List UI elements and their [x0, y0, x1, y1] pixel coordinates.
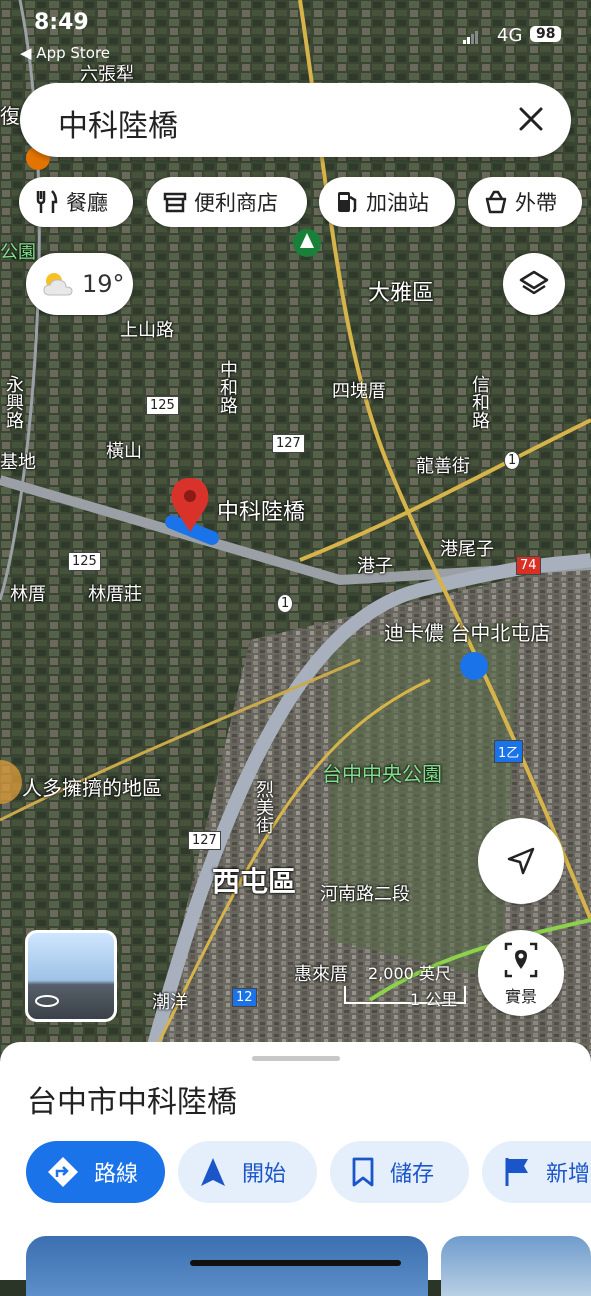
takeout-icon	[485, 190, 507, 214]
status-time: 8:49	[34, 10, 89, 35]
store-icon	[163, 192, 187, 213]
map-label: 潮洋	[152, 992, 188, 1013]
scale-feet: 2,000 英尺	[368, 964, 451, 983]
map-label: 迪卡儂 台中北屯店	[384, 621, 551, 645]
map-label: 烈美街	[253, 780, 274, 834]
map-label: 龍善街	[416, 456, 470, 477]
action-label: 新增	[546, 1162, 591, 1187]
map-label: 中和路	[217, 360, 238, 414]
map-label: 惠來厝	[294, 964, 348, 985]
chip-label: 餐廳	[66, 191, 108, 215]
my-location-button[interactable]	[478, 818, 564, 904]
map-label: 林厝	[10, 584, 46, 605]
chip-label: 加油站	[366, 191, 429, 215]
map-label: 橫山	[106, 441, 142, 462]
add-button[interactable]: 新增	[482, 1141, 591, 1203]
chip-label: 外帶	[515, 191, 557, 215]
navigation-arrow-icon	[507, 847, 535, 875]
road-shield: 127	[188, 831, 221, 850]
shopping-pin-icon	[460, 652, 488, 680]
navigation-icon	[201, 1158, 225, 1186]
flag-icon	[505, 1158, 528, 1186]
map-label: 復	[0, 104, 20, 128]
place-title: 台中市中科陸橋	[27, 1085, 237, 1120]
map-label: 四塊厝	[332, 381, 386, 402]
map-label: 大雅區	[368, 281, 435, 306]
partly-cloudy-icon	[43, 273, 73, 296]
map-label: 台中中央公園	[322, 762, 442, 786]
search-query: 中科陸橋	[58, 109, 178, 144]
road-shield: 125	[68, 552, 101, 571]
signal-icon	[463, 31, 478, 44]
home-indicator[interactable]	[190, 1260, 401, 1266]
live-view-label: 實景	[504, 987, 537, 1006]
map-label: 基地	[0, 452, 36, 473]
layers-button[interactable]	[503, 253, 565, 315]
road-shield: 127	[272, 434, 305, 453]
photo-card[interactable]	[26, 1236, 428, 1296]
map-label: 河南路二段	[320, 884, 410, 905]
network-type: 4G	[497, 25, 523, 46]
back-to-app-link[interactable]: ◀ App Store	[20, 44, 110, 62]
start-button[interactable]: 開始	[178, 1141, 317, 1203]
road-shield: 12	[232, 988, 257, 1007]
satellite-map[interactable]: 六張犁 復 公園 大雅區 上山路 中和路 四塊厝 信和路 永興路 橫山 基地 龍…	[0, 0, 591, 1060]
chip-takeout[interactable]: 外帶	[468, 177, 582, 227]
save-button[interactable]: 儲存	[330, 1141, 469, 1203]
chip-gas-station[interactable]: 加油站	[319, 177, 455, 227]
map-pin-label: 中科陸橋	[217, 500, 306, 525]
map-label: 上山路	[120, 320, 174, 341]
chip-restaurant[interactable]: 餐廳	[19, 177, 133, 227]
place-sheet[interactable]: 台中市中科陸橋 路線 開始 儲存 新增	[0, 1042, 591, 1296]
action-label: 儲存	[390, 1162, 435, 1187]
weather-chip[interactable]: 19°	[26, 253, 133, 315]
map-label: 港尾子	[440, 539, 494, 560]
layers-icon	[519, 270, 549, 295]
status-bar: 8:49 ◀ App Store 4G 98	[0, 0, 591, 62]
road-shield: 125	[146, 396, 179, 415]
map-label: 港子	[357, 556, 393, 577]
rotate-360-icon	[35, 995, 59, 1007]
road-shield: 74	[516, 556, 541, 575]
action-label: 開始	[242, 1162, 287, 1187]
restaurant-icon	[36, 190, 58, 213]
map-label: 西屯區	[212, 865, 297, 898]
map-scale: 2,000 英尺 1 公里	[344, 960, 466, 1028]
chip-convenience-store[interactable]: 便利商店	[147, 177, 307, 227]
road-shield: 1乙	[494, 740, 524, 763]
live-view-button[interactable]: 實景	[478, 930, 564, 1016]
bookmark-icon	[352, 1157, 374, 1187]
map-label: 人多擁擠的地區	[22, 776, 162, 800]
directions-icon	[48, 1157, 78, 1187]
battery-level: 98	[530, 26, 562, 42]
sheet-handle[interactable]	[252, 1056, 340, 1061]
map-label: 林厝莊	[88, 584, 142, 605]
live-view-icon	[504, 942, 538, 978]
chip-label: 便利商店	[194, 191, 278, 215]
close-icon[interactable]	[513, 101, 549, 137]
directions-button[interactable]: 路線	[26, 1141, 165, 1203]
temperature: 19°	[82, 270, 125, 298]
map-label: 信和路	[469, 375, 490, 429]
photo-card[interactable]	[441, 1236, 591, 1296]
map-imagery	[0, 0, 591, 1060]
search-bar[interactable]: 中科陸橋	[20, 83, 571, 157]
action-label: 路線	[94, 1162, 139, 1187]
gas-station-icon	[338, 192, 357, 213]
map-label: 公園	[0, 242, 36, 263]
map-label: 永興路	[3, 375, 24, 429]
street-view-thumbnail[interactable]	[25, 930, 117, 1022]
